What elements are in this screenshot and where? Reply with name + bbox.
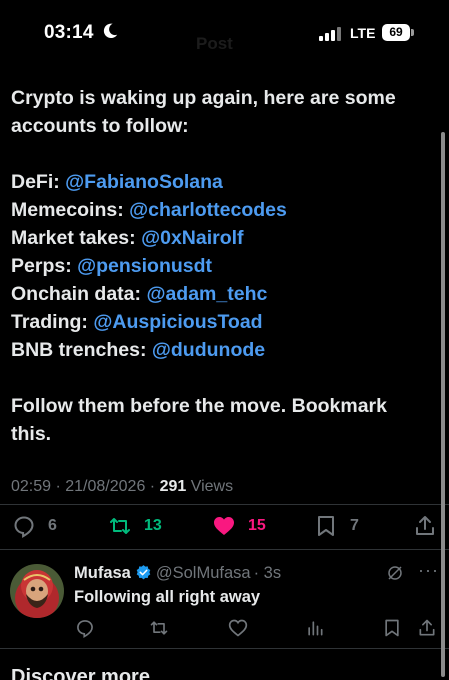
account-line-memecoins: Memecoins: @charlottecodes xyxy=(11,199,287,221)
heart-icon xyxy=(214,517,234,535)
bookmark-icon[interactable] xyxy=(382,618,402,638)
tweet-outro-line: Follow them before the move. Bookmark xyxy=(11,395,387,417)
status-bar: 03:14 Post LTE 69 xyxy=(0,0,449,64)
tweet-actions: 6 13 15 7 xyxy=(0,512,449,540)
tweet-meta: 02:59 · 21/08/2026 · 291 Views xyxy=(11,478,233,496)
repost-button[interactable]: 13 xyxy=(108,512,162,540)
account-line-bnb: BNB trenches: @dudunode xyxy=(11,339,266,361)
mention-link[interactable]: @AuspiciousToad xyxy=(93,311,262,333)
mention-link[interactable]: @pensionusdt xyxy=(77,255,212,277)
share-button[interactable] xyxy=(413,512,437,540)
views-label: Views xyxy=(186,478,234,495)
tweet-outro-line: this. xyxy=(11,423,52,445)
tweet-intro-line: Crypto is waking up again, here are some xyxy=(11,87,396,109)
repost-icon[interactable] xyxy=(149,618,169,638)
repost-icon xyxy=(110,518,130,534)
battery-tip xyxy=(411,29,414,36)
mention-link[interactable]: @adam_tehc xyxy=(146,283,267,305)
reply-actions xyxy=(0,618,449,640)
reply-count: 6 xyxy=(48,517,57,534)
tweet-text: Crypto is waking up again, here are some… xyxy=(11,84,431,448)
account-line-market: Market takes: @0xNairolf xyxy=(11,227,244,249)
account-line-onchain: Onchain data: @adam_tehc xyxy=(11,283,268,305)
tweet-intro-line: accounts to follow: xyxy=(11,115,189,137)
like-count: 15 xyxy=(248,517,266,534)
divider xyxy=(0,549,449,550)
battery-icon: 69 xyxy=(382,24,410,41)
reply-author-handle[interactable]: @SolMufasa xyxy=(156,564,251,582)
mention-link[interactable]: @dudunode xyxy=(152,339,265,361)
share-icon[interactable] xyxy=(417,618,437,638)
reply-text: Following all right away xyxy=(74,588,261,606)
grok-icon[interactable] xyxy=(386,564,404,582)
like-button[interactable]: 15 xyxy=(212,512,266,540)
reply-icon xyxy=(14,516,34,538)
reply-header: Mufasa @SolMufasa · 3s xyxy=(74,564,281,583)
mention-link[interactable]: @charlottecodes xyxy=(129,199,287,221)
more-icon[interactable]: ··· xyxy=(418,560,439,581)
reply-author-name[interactable]: Mufasa xyxy=(74,564,131,582)
divider xyxy=(0,504,449,505)
tweet-timestamp[interactable]: 02:59 · 21/08/2026 · xyxy=(11,478,160,495)
mention-link[interactable]: @0xNairolf xyxy=(141,227,243,249)
bookmark-count: 7 xyxy=(350,517,359,534)
account-line-defi: DeFi: @FabianoSolana xyxy=(11,171,223,193)
signal-icon xyxy=(319,27,341,41)
mention-link[interactable]: @FabianoSolana xyxy=(65,171,223,193)
discover-heading: Discover more xyxy=(11,666,150,680)
heart-icon[interactable] xyxy=(228,618,248,638)
reply-icon[interactable] xyxy=(75,618,95,638)
repost-count: 13 xyxy=(144,517,162,534)
account-line-perps: Perps: @pensionusdt xyxy=(11,255,213,277)
divider xyxy=(0,648,449,649)
bookmark-icon xyxy=(318,516,334,536)
moon-icon xyxy=(103,23,118,39)
network-label: LTE xyxy=(350,25,376,41)
verified-icon xyxy=(136,565,151,580)
account-line-trading: Trading: @AuspiciousToad xyxy=(11,311,263,333)
header-title: Post xyxy=(196,34,233,53)
analytics-icon[interactable] xyxy=(305,618,325,638)
reply-time: · 3s xyxy=(253,564,282,582)
share-icon xyxy=(416,516,434,535)
bookmark-button[interactable]: 7 xyxy=(314,512,359,540)
views-count: 291 xyxy=(159,478,187,495)
reply-button[interactable]: 6 xyxy=(12,512,57,540)
scrollbar[interactable] xyxy=(441,132,445,677)
status-time: 03:14 xyxy=(44,22,94,43)
avatar[interactable] xyxy=(10,564,64,618)
